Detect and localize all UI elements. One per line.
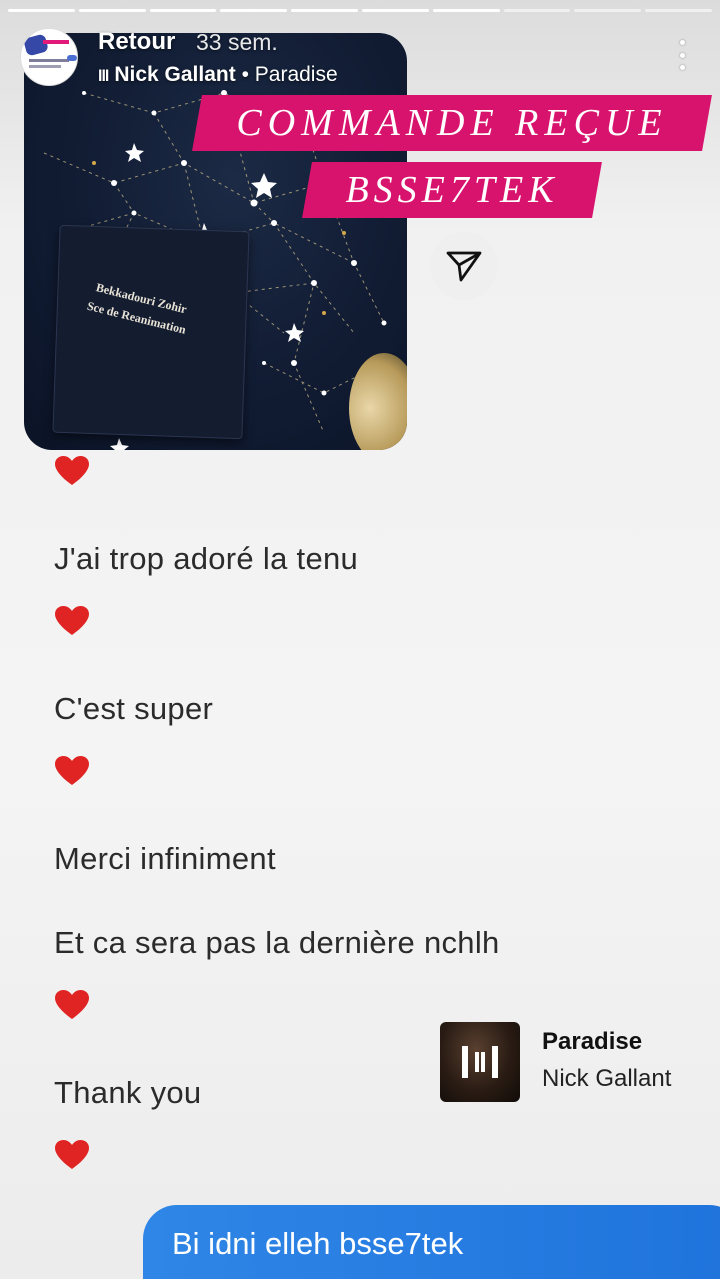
banner-text: BSSE7TEK: [345, 169, 559, 211]
username[interactable]: Retour: [98, 28, 175, 56]
heart-reaction-icon: [55, 456, 89, 485]
music-sticker-artist[interactable]: Nick Gallant: [542, 1065, 671, 1093]
banner-text: COMMANDE REÇUE: [236, 102, 668, 144]
music-separator: •: [235, 63, 255, 86]
message-bubble: C'est super: [54, 691, 214, 726]
music-artist: Nick Gallant: [114, 63, 236, 86]
message-bubble: Thank you: [54, 1075, 202, 1110]
send-icon[interactable]: [430, 232, 498, 300]
story-view[interactable]: Bekkadouri Zohir Sce de Reanimation Reto…: [0, 0, 720, 1279]
progress-segment: [361, 9, 429, 12]
progress-segment: [503, 9, 571, 12]
message-bubble: Et ca sera pas la dernière nchlh: [54, 925, 500, 960]
progress-segment: [220, 9, 288, 12]
music-sticker-icon: [462, 1046, 498, 1078]
more-options-icon[interactable]: [678, 40, 686, 70]
message-bubble: J'ai trop adoré la tenu: [54, 541, 359, 576]
heart-reaction-icon: [55, 756, 89, 785]
avatar[interactable]: [20, 28, 78, 86]
music-sticker-title[interactable]: Paradise: [542, 1028, 642, 1056]
reply-text: Bi idni elleh bsse7tek: [172, 1226, 464, 1261]
heart-reaction-icon: [55, 1140, 89, 1169]
time-ago: 33 sem.: [196, 29, 278, 55]
heart-reaction-icon: [55, 990, 89, 1019]
banner-commande-recue: COMMANDE REÇUE: [192, 95, 712, 151]
progress-segment: [645, 9, 712, 12]
progress-segment: [8, 9, 75, 12]
progress-segment: [432, 9, 500, 12]
heart-reaction-icon: [55, 606, 89, 635]
progress-segment: [149, 9, 217, 12]
music-bars-icon: lll: [98, 68, 109, 85]
music-attribution[interactable]: lll Nick Gallant • Paradise: [98, 63, 338, 87]
scrub-pocket: [52, 224, 250, 440]
banner-brand: BSSE7TEK: [302, 162, 602, 218]
progress-segment: [574, 9, 642, 12]
music-title: Paradise: [254, 63, 338, 86]
music-sticker-artwork[interactable]: [440, 1022, 520, 1102]
story-header: Retour 33 sem. lll Nick Gallant • Paradis…: [20, 28, 700, 86]
progress-segment: [291, 9, 358, 12]
story-progress-bar: [8, 9, 712, 12]
message-bubble: Merci infiniment: [54, 841, 276, 876]
progress-segment: [78, 9, 146, 12]
